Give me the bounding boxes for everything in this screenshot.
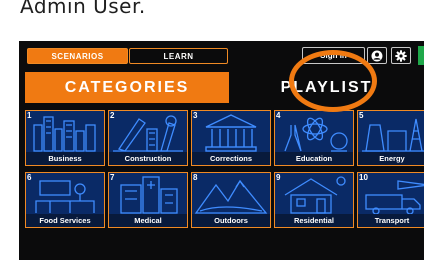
user-circle-icon [371, 50, 383, 61]
category-tile-transport[interactable]: 10 Transport [357, 172, 424, 228]
tile-label: Corrections [192, 152, 270, 165]
city-skyline-icon [33, 116, 96, 152]
category-tile-construction[interactable]: 2 Construction [108, 110, 188, 166]
screenshot-root: Admin User. SCENARIOS LEARN Sign In CATE… [0, 0, 424, 260]
tile-label: Education [275, 152, 353, 165]
tile-number: 7 [110, 173, 115, 182]
tile-label: Business [26, 152, 104, 165]
category-tile-residential[interactable]: 9 Residential [274, 172, 354, 228]
courthouse-icon [205, 114, 257, 152]
tile-label: Residential [275, 214, 353, 227]
tile-label: Energy [358, 152, 424, 165]
tile-label: Food Services [26, 214, 104, 227]
learn-button[interactable]: LEARN [129, 48, 228, 64]
tab-categories[interactable]: CATEGORIES [25, 72, 229, 103]
top-bar: SCENARIOS LEARN Sign In [19, 41, 424, 70]
tile-number: 10 [359, 173, 368, 182]
tile-number: 8 [193, 173, 198, 182]
tile-number: 4 [276, 111, 281, 120]
tile-label: Transport [358, 214, 424, 227]
hospital-icon [120, 176, 178, 214]
tile-number: 9 [276, 173, 281, 182]
construction-tools-icon [113, 115, 183, 152]
mountains-icon [194, 179, 268, 214]
caption-text: Admin User. [20, 0, 146, 18]
tile-number: 3 [193, 111, 198, 120]
tab-playlist[interactable]: PLAYLIST [229, 72, 424, 103]
category-tile-business[interactable]: 1 Business [25, 110, 105, 166]
sign-in-button[interactable]: Sign In [302, 47, 365, 64]
category-tile-outdoors[interactable]: 8 Outdoors [191, 172, 271, 228]
app-window: SCENARIOS LEARN Sign In CATEGORIES PLAYL… [19, 41, 424, 260]
category-tile-corrections[interactable]: 3 Corrections [191, 110, 271, 166]
green-edge-button[interactable] [418, 46, 424, 65]
tile-number: 1 [27, 111, 32, 120]
category-tabs: CATEGORIES PLAYLIST [25, 72, 424, 103]
tile-label: Outdoors [192, 214, 270, 227]
tile-number: 5 [359, 111, 364, 120]
category-tile-education[interactable]: 4 Education [274, 110, 354, 166]
science-icon [284, 117, 348, 152]
category-tile-energy[interactable]: 5 Energy [357, 110, 424, 166]
settings-button[interactable] [391, 47, 411, 64]
scenarios-button[interactable]: SCENARIOS [27, 48, 128, 64]
restaurant-icon [35, 180, 95, 213]
tile-number: 2 [110, 111, 115, 120]
tile-label: Medical [109, 214, 187, 227]
tile-number: 6 [27, 173, 32, 182]
power-plant-icon [362, 118, 424, 152]
user-account-button[interactable] [367, 47, 387, 64]
tile-label: Construction [109, 152, 187, 165]
category-tile-food-services[interactable]: 6 Food Services [25, 172, 105, 228]
house-icon [284, 176, 346, 214]
category-tile-medical[interactable]: 7 Medical [108, 172, 188, 228]
gear-icon [395, 49, 407, 62]
